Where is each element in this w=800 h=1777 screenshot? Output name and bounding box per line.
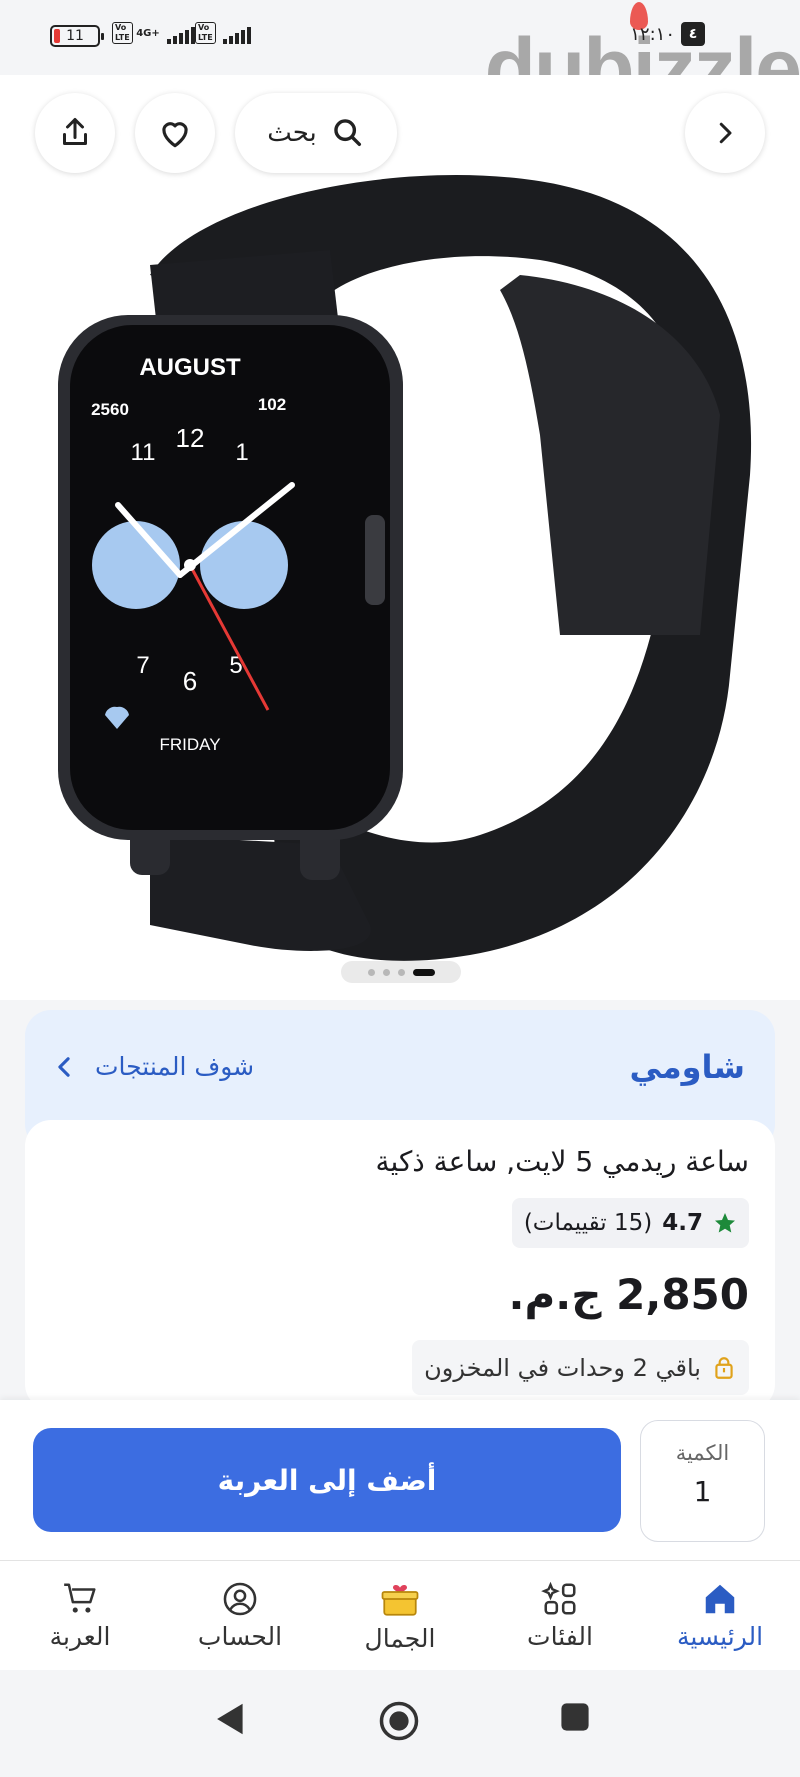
product-image[interactable]: AUGUST 2560 102 12 11 1 7 6 5 FRIDAY	[0, 75, 800, 1000]
battery-indicator: 11	[50, 25, 104, 47]
bottom-navigation: الرئيسية الفئات الجمال الحساب العربة	[0, 1560, 800, 1670]
system-recents-button[interactable]	[558, 1700, 592, 1738]
heart-icon	[162, 122, 188, 148]
network-type: 4G+	[136, 28, 160, 39]
search-button[interactable]: بحث	[235, 93, 397, 173]
svg-text:102: 102	[258, 395, 286, 414]
pager-dot[interactable]	[397, 968, 405, 976]
pager-dot[interactable]	[367, 968, 375, 976]
star-icon	[715, 1213, 735, 1233]
nav-item-cart[interactable]: العربة	[10, 1580, 150, 1651]
share-button[interactable]	[35, 93, 115, 173]
gift-box-icon	[381, 1585, 419, 1616]
nav-label-beauty: الجمال	[364, 1624, 436, 1653]
pager-dot[interactable]	[382, 968, 390, 976]
status-clock: ١٢:١٠	[630, 24, 675, 45]
add-to-cart-button[interactable]: أضف إلى العربة	[33, 1428, 621, 1532]
svg-text:AUGUST: AUGUST	[139, 354, 241, 381]
lock-bag-icon	[715, 1356, 733, 1379]
account-icon	[223, 1582, 257, 1616]
see-products-label: شوف المنتجات	[95, 1052, 255, 1081]
network-indicator-1: Vo LTE 4G+	[112, 22, 197, 44]
svg-text:2560: 2560	[91, 400, 129, 419]
battery-level-icon	[54, 29, 60, 43]
home-circle-icon	[379, 1701, 419, 1741]
pager-dot-active[interactable]	[412, 968, 435, 976]
system-navigation-bar	[0, 1670, 800, 1777]
nav-item-account[interactable]: الحساب	[170, 1580, 310, 1651]
svg-text:FRIDAY: FRIDAY	[159, 735, 220, 754]
rating-chip[interactable]: 4.7 (15 تقييمات)	[511, 1198, 749, 1248]
chevron-right-icon	[719, 122, 732, 144]
categories-icon	[541, 1581, 576, 1615]
product-price: 2,850 ج.م.	[508, 1270, 749, 1319]
signal-bars-icon-2	[223, 27, 253, 44]
product-title: ساعة ريدمي 5 لايت, ساعة ذكية	[375, 1145, 749, 1178]
status-bar: 11 Vo LTE 4G+ Vo LTE dubizzle ٤ ١٢:١٠	[0, 0, 800, 115]
quantity-value: 1	[693, 1475, 712, 1508]
back-triangle-icon	[217, 1703, 243, 1735]
stock-chip: باقي 2 وحدات في المخزون	[412, 1340, 749, 1395]
see-products-link[interactable]: شوف المنتجات	[55, 1052, 254, 1081]
stock-text: باقي 2 وحدات في المخزون	[424, 1353, 701, 1382]
search-label: بحث	[267, 118, 317, 148]
network-indicator-2: Vo LTE	[195, 22, 253, 44]
system-back-button[interactable]	[212, 1700, 246, 1742]
rating-value: 4.7	[662, 1210, 703, 1236]
nav-label-cart: العربة	[49, 1622, 111, 1651]
nav-label-home: الرئيسية	[676, 1622, 764, 1651]
image-pager[interactable]	[341, 961, 461, 983]
sim-indicator-icon: ٤	[681, 22, 705, 46]
svg-text:1: 1	[235, 439, 248, 466]
cart-icon	[64, 1583, 96, 1613]
home-icon	[705, 1584, 735, 1614]
svg-text:12: 12	[176, 423, 205, 453]
signal-bars-icon	[167, 27, 197, 44]
brand-name[interactable]: شاومي	[629, 1048, 745, 1086]
nav-item-categories[interactable]: الفئات	[490, 1580, 630, 1651]
nav-item-beauty[interactable]: الجمال	[330, 1578, 470, 1653]
system-home-button[interactable]	[378, 1700, 420, 1746]
recents-square-icon	[561, 1703, 589, 1731]
search-icon	[334, 119, 361, 147]
nav-label-account: الحساب	[197, 1622, 283, 1651]
volte-badge-2: Vo LTE	[195, 22, 216, 44]
product-info-card: ساعة ريدمي 5 لايت, ساعة ذكية 4.7 (15 تقي…	[25, 1120, 775, 1410]
cart-bar: أضف إلى العربة الكمية 1	[0, 1400, 800, 1560]
svg-text:6: 6	[183, 666, 197, 696]
quantity-label: الكمية	[675, 1441, 730, 1465]
volte-badge: Vo LTE	[112, 22, 133, 44]
nav-item-home[interactable]: الرئيسية	[650, 1580, 790, 1651]
nav-label-categories: الفئات	[527, 1622, 593, 1651]
svg-text:11: 11	[131, 439, 156, 466]
battery-percentage: 11	[66, 28, 84, 44]
favorite-button[interactable]	[135, 93, 215, 173]
smartwatch-illustration: AUGUST 2560 102 12 11 1 7 6 5 FRIDAY	[58, 175, 752, 961]
svg-text:7: 7	[136, 652, 149, 679]
chevron-left-icon	[58, 1056, 70, 1077]
share-icon	[63, 118, 87, 145]
quantity-selector[interactable]: الكمية 1	[640, 1420, 765, 1542]
rating-count: (15 تقييمات)	[523, 1210, 653, 1236]
forward-button[interactable]	[685, 93, 765, 173]
